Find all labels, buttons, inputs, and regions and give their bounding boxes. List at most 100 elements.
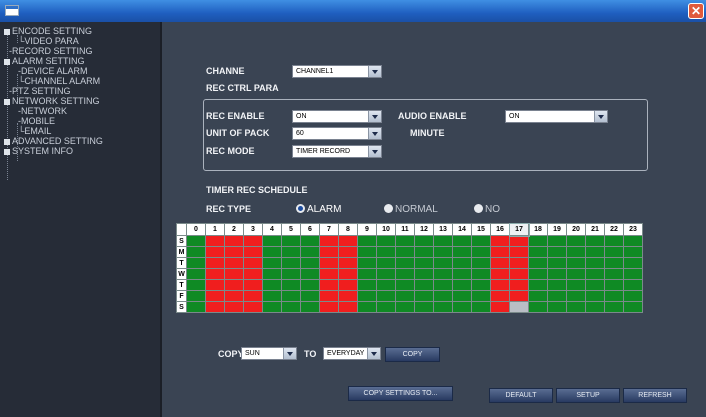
hour-header[interactable]: 5 — [281, 223, 301, 236]
schedule-cell[interactable] — [300, 301, 320, 313]
schedule-cell[interactable] — [471, 301, 491, 313]
schedule-cell[interactable] — [604, 268, 624, 280]
hour-header[interactable]: 12 — [414, 223, 434, 236]
schedule-cell[interactable] — [376, 268, 396, 280]
schedule-cell[interactable] — [528, 301, 548, 313]
schedule-cell[interactable] — [395, 279, 415, 291]
schedule-cell[interactable] — [262, 290, 282, 302]
schedule-cell[interactable] — [414, 257, 434, 269]
copy-to-select[interactable]: EVERYDAY — [323, 347, 381, 360]
schedule-cell[interactable] — [623, 268, 643, 280]
schedule-cell[interactable] — [186, 301, 206, 313]
schedule-cell[interactable] — [300, 235, 320, 247]
schedule-cell[interactable] — [281, 268, 301, 280]
schedule-cell[interactable] — [547, 301, 567, 313]
schedule-cell[interactable] — [319, 268, 339, 280]
schedule-cell[interactable] — [471, 268, 491, 280]
schedule-cell[interactable] — [319, 246, 339, 258]
schedule-cell[interactable] — [471, 290, 491, 302]
schedule-cell[interactable] — [338, 257, 358, 269]
schedule-cell[interactable] — [395, 290, 415, 302]
schedule-cell[interactable] — [319, 257, 339, 269]
schedule-cell[interactable] — [566, 279, 586, 291]
day-label[interactable]: S — [176, 301, 187, 313]
unit-of-pack-select[interactable]: 60 — [292, 127, 382, 140]
schedule-cell[interactable] — [224, 246, 244, 258]
schedule-cell[interactable] — [490, 235, 510, 247]
schedule-cell[interactable] — [281, 246, 301, 258]
schedule-cell[interactable] — [357, 279, 377, 291]
schedule-cell[interactable] — [262, 279, 282, 291]
schedule-cell[interactable] — [205, 279, 225, 291]
schedule-cell[interactable] — [566, 301, 586, 313]
schedule-cell[interactable] — [566, 257, 586, 269]
hour-header[interactable]: 9 — [357, 223, 377, 236]
schedule-cell[interactable] — [528, 290, 548, 302]
hour-header[interactable]: 23 — [623, 223, 643, 236]
hour-header[interactable]: 22 — [604, 223, 624, 236]
schedule-cell[interactable] — [604, 257, 624, 269]
schedule-cell[interactable] — [281, 279, 301, 291]
hour-header[interactable]: 3 — [243, 223, 263, 236]
schedule-cell[interactable] — [243, 235, 263, 247]
schedule-cell[interactable] — [243, 246, 263, 258]
refresh-button[interactable]: REFRESH — [623, 388, 687, 403]
schedule-cell[interactable] — [604, 279, 624, 291]
schedule-cell[interactable] — [205, 235, 225, 247]
schedule-cell[interactable] — [585, 290, 605, 302]
schedule-cell[interactable] — [528, 268, 548, 280]
schedule-cell[interactable] — [509, 257, 529, 269]
sidebar-item-system-info[interactable]: SYSTEM INFO — [4, 146, 73, 156]
schedule-cell[interactable] — [604, 246, 624, 258]
sidebar-item-ptz-setting[interactable]: -PTZ SETTING — [9, 86, 71, 96]
schedule-cell[interactable] — [490, 257, 510, 269]
schedule-cell[interactable] — [224, 235, 244, 247]
schedule-cell[interactable] — [623, 301, 643, 313]
sidebar-item-network[interactable]: -NETWORK — [18, 106, 67, 116]
chevron-down-icon[interactable] — [368, 66, 381, 77]
schedule-cell[interactable] — [604, 235, 624, 247]
schedule-cell[interactable] — [433, 257, 453, 269]
schedule-cell[interactable] — [452, 257, 472, 269]
schedule-cell[interactable] — [338, 301, 358, 313]
schedule-cell[interactable] — [509, 301, 529, 313]
schedule-cell[interactable] — [452, 301, 472, 313]
schedule-cell[interactable] — [224, 268, 244, 280]
schedule-cell[interactable] — [528, 246, 548, 258]
schedule-cell[interactable] — [471, 246, 491, 258]
sidebar-item-record-setting[interactable]: -RECORD SETTING — [9, 46, 93, 56]
schedule-cell[interactable] — [319, 279, 339, 291]
schedule-cell[interactable] — [338, 235, 358, 247]
schedule-cell[interactable] — [395, 268, 415, 280]
schedule-cell[interactable] — [490, 279, 510, 291]
schedule-cell[interactable] — [205, 268, 225, 280]
schedule-cell[interactable] — [281, 257, 301, 269]
schedule-cell[interactable] — [186, 246, 206, 258]
schedule-cell[interactable] — [205, 257, 225, 269]
day-label[interactable]: F — [176, 290, 187, 302]
schedule-cell[interactable] — [509, 279, 529, 291]
schedule-cell[interactable] — [300, 268, 320, 280]
schedule-cell[interactable] — [547, 246, 567, 258]
schedule-cell[interactable] — [490, 301, 510, 313]
hour-header[interactable]: 16 — [490, 223, 510, 236]
schedule-cell[interactable] — [623, 235, 643, 247]
hour-header[interactable]: 13 — [433, 223, 453, 236]
schedule-cell[interactable] — [319, 301, 339, 313]
schedule-cell[interactable] — [585, 301, 605, 313]
chevron-down-icon[interactable] — [283, 348, 296, 359]
schedule-cell[interactable] — [604, 290, 624, 302]
hour-header[interactable]: 10 — [376, 223, 396, 236]
schedule-cell[interactable] — [300, 279, 320, 291]
hour-header[interactable]: 17 — [508, 222, 530, 237]
copy-from-select[interactable]: SUN — [241, 347, 297, 360]
schedule-cell[interactable] — [433, 268, 453, 280]
schedule-cell[interactable] — [547, 279, 567, 291]
schedule-cell[interactable] — [509, 235, 529, 247]
schedule-cell[interactable] — [433, 301, 453, 313]
schedule-cell[interactable] — [623, 290, 643, 302]
schedule-cell[interactable] — [300, 246, 320, 258]
schedule-cell[interactable] — [566, 246, 586, 258]
schedule-cell[interactable] — [566, 268, 586, 280]
sidebar-item-advanced-setting[interactable]: ADVANCED SETTING — [4, 136, 103, 146]
